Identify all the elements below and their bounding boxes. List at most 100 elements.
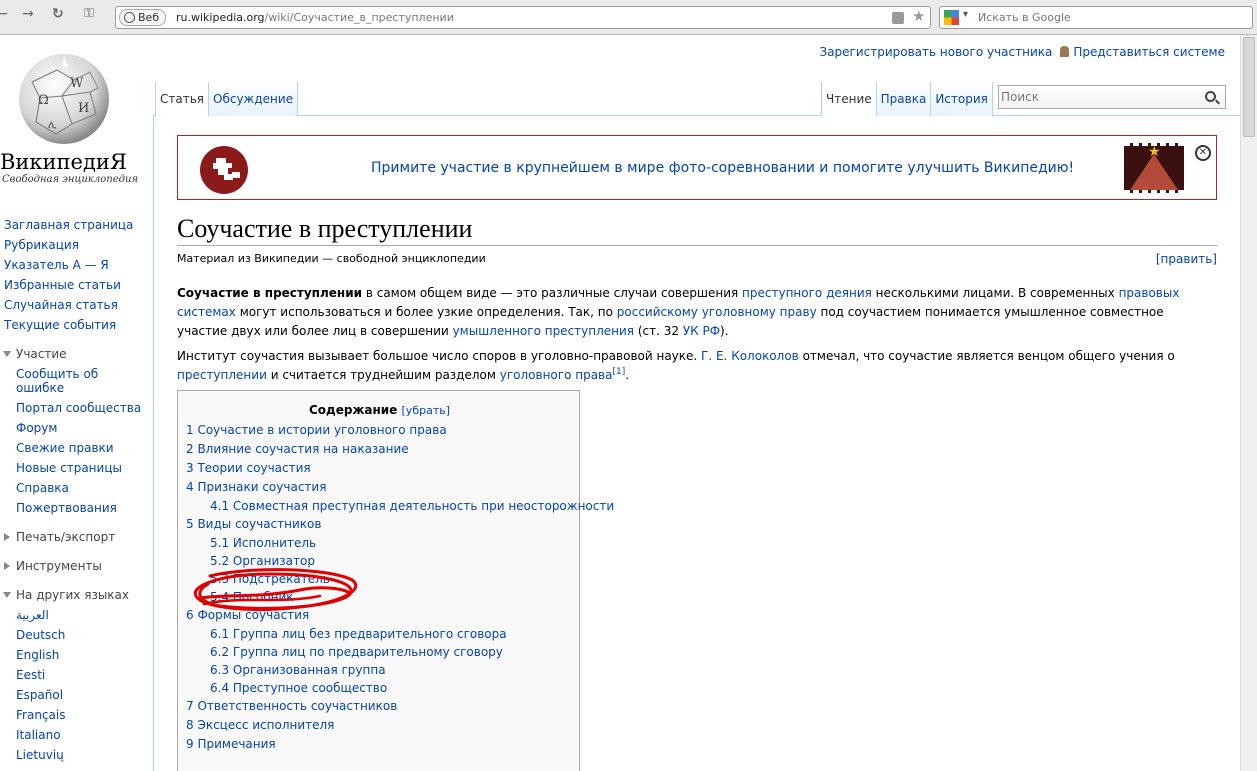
back-arrow-icon[interactable]: ← bbox=[0, 6, 8, 22]
print-export-heading[interactable]: Печать/экспорт bbox=[0, 528, 152, 548]
wikipedia-globe-logo[interactable]: W Ω И ሊ bbox=[12, 52, 116, 146]
scrollbar[interactable] bbox=[1240, 35, 1257, 771]
toc-item[interactable]: 8 Эксцесс исполнителя bbox=[186, 717, 614, 736]
toc-item[interactable]: 6.4 Преступное сообщество bbox=[186, 680, 614, 698]
nav-categories[interactable]: Рубрикация bbox=[0, 236, 152, 256]
tab-edit[interactable]: Правка bbox=[876, 82, 932, 116]
lang-link[interactable]: English bbox=[0, 646, 152, 666]
rss-icon[interactable] bbox=[892, 12, 904, 24]
intro-paragraph: Соучастие в преступлении в самом общем в… bbox=[177, 286, 1180, 338]
participation-heading[interactable]: Участие bbox=[0, 345, 152, 365]
toc-item[interactable]: 6.3 Организованная группа bbox=[186, 662, 614, 680]
lang-link[interactable]: Lietuvių bbox=[0, 746, 152, 766]
article-link[interactable]: Г. Е. Колоколов bbox=[701, 349, 799, 363]
toc-item[interactable]: 2 Влияние соучастия на наказание bbox=[186, 441, 614, 460]
user-icon bbox=[1060, 46, 1070, 57]
scrollbar-thumb[interactable] bbox=[1243, 37, 1255, 137]
nav-community-portal[interactable]: Портал сообщества bbox=[0, 399, 152, 419]
search-icon[interactable] bbox=[1205, 91, 1216, 102]
lang-link[interactable]: Italiano bbox=[0, 726, 152, 746]
triangle-right-icon bbox=[4, 562, 10, 570]
article-link[interactable]: преступного деяния bbox=[742, 286, 872, 300]
article-link[interactable]: уголовного права bbox=[500, 368, 613, 382]
languages-heading[interactable]: На других языках bbox=[0, 586, 152, 606]
edit-section-link[interactable]: [править] bbox=[1156, 252, 1217, 266]
toc-item[interactable]: 6.2 Группа лиц по предварительному сгово… bbox=[186, 644, 614, 662]
triangle-down-icon bbox=[3, 351, 11, 357]
nav-current-events[interactable]: Текущие события bbox=[0, 316, 152, 336]
wiki-search-box bbox=[998, 85, 1226, 109]
nav-forum[interactable]: Форум bbox=[0, 419, 152, 439]
svg-text:W: W bbox=[70, 76, 84, 91]
second-paragraph: Институт соучастия вызывает большое числ… bbox=[177, 349, 1175, 382]
namespace-tabs: Статья Обсуждение bbox=[155, 82, 299, 116]
article-link[interactable]: умышленного преступления bbox=[453, 324, 634, 338]
nav-index[interactable]: Указатель А — Я bbox=[0, 256, 152, 276]
wiki-loves-monuments-logo bbox=[200, 146, 248, 194]
article-link[interactable]: преступлении bbox=[177, 368, 267, 382]
browser-search-placeholder: Искать в Google bbox=[978, 11, 1071, 24]
toc-item[interactable]: 9 Примечания bbox=[186, 736, 614, 755]
svg-text:Ω: Ω bbox=[38, 93, 49, 108]
svg-text:И: И bbox=[78, 101, 89, 116]
toc-item[interactable]: 7 Ответственность соучастников bbox=[186, 698, 614, 717]
nav-main-page[interactable]: Заглавная страница bbox=[0, 216, 152, 236]
toc-item[interactable]: 1 Соучастие в истории уголовного права bbox=[186, 422, 614, 441]
toc-hide-link[interactable]: [убрать] bbox=[402, 404, 451, 417]
tab-discussion[interactable]: Обсуждение bbox=[209, 82, 299, 116]
nav-donate[interactable]: Пожертвования bbox=[0, 499, 152, 519]
toc-item[interactable]: 6.1 Группа лиц без предварительного сгов… bbox=[186, 626, 614, 644]
tab-read[interactable]: Чтение bbox=[821, 82, 877, 116]
chevron-down-icon[interactable]: ▾ bbox=[963, 9, 968, 20]
monument-photo: ★ bbox=[1124, 143, 1184, 193]
toc-item[interactable]: 4.1 Совместная преступная деятельность п… bbox=[186, 498, 614, 516]
triangle-right-icon bbox=[4, 533, 10, 541]
nav-featured[interactable]: Избранные статьи bbox=[0, 276, 152, 296]
tagline: Свободная энциклопедия bbox=[2, 174, 139, 185]
lang-link[interactable]: العربية bbox=[0, 606, 152, 626]
sidebar: Заглавная страница Рубрикация Указатель … bbox=[0, 216, 152, 766]
article-link[interactable]: российскому уголовному праву bbox=[617, 305, 817, 319]
nav-recent-changes[interactable]: Свежие правки bbox=[0, 439, 152, 459]
star-icon: ★ bbox=[1148, 144, 1161, 160]
tab-history[interactable]: История bbox=[931, 82, 993, 116]
forward-arrow-icon[interactable]: → bbox=[22, 6, 34, 22]
key-icon[interactable]: ⚿ bbox=[84, 6, 94, 21]
article-link[interactable]: УК РФ bbox=[683, 324, 720, 338]
url-text[interactable]: ru.wikipedia.org/wiki/Соучастие_в_престу… bbox=[176, 11, 454, 24]
browser-search-box[interactable]: ▾ Искать в Google bbox=[939, 6, 1253, 29]
site-subtitle: Материал из Википедии — свободной энцикл… bbox=[177, 252, 486, 265]
nav-help[interactable]: Справка bbox=[0, 479, 152, 499]
banner-link[interactable]: Примите участие в крупнейшем в мире фото… bbox=[371, 160, 1074, 176]
close-icon[interactable]: ✕ bbox=[1195, 145, 1211, 161]
bookmark-star-icon[interactable]: ★ bbox=[912, 7, 925, 25]
google-icon[interactable] bbox=[944, 10, 959, 25]
wordmark: ВикипедиЯ bbox=[0, 150, 127, 174]
wiki-search-input[interactable] bbox=[1001, 88, 1191, 106]
browser-toolbar: ← → ↻ ⚿ Веб ru.wikipedia.org/wiki/Соучас… bbox=[0, 0, 1257, 35]
nav-new-pages[interactable]: Новые страницы bbox=[0, 459, 152, 479]
site-notice-banner: Примите участие в крупнейшем в мире фото… bbox=[177, 135, 1217, 200]
nav-random[interactable]: Случайная статья bbox=[0, 296, 152, 316]
lang-link[interactable]: Français bbox=[0, 706, 152, 726]
page-title: Соучастие в преступлении bbox=[177, 214, 473, 243]
personal-links: Зарегистрировать нового участника Предста… bbox=[820, 45, 1226, 59]
globe-icon bbox=[124, 12, 135, 23]
login-link[interactable]: Представиться системе bbox=[1073, 45, 1225, 59]
register-link[interactable]: Зарегистрировать нового участника bbox=[820, 45, 1053, 59]
red-scribble-annotation bbox=[193, 568, 358, 611]
toc-item[interactable]: 5 Виды соучастников bbox=[186, 516, 614, 535]
lang-link[interactable]: Eesti bbox=[0, 666, 152, 686]
lang-link[interactable]: Deutsch bbox=[0, 626, 152, 646]
nav-report-error[interactable]: Сообщить об ошибке bbox=[0, 365, 110, 399]
toc-item[interactable]: 3 Теории соучастия bbox=[186, 460, 614, 479]
toc-item[interactable]: 4 Признаки соучастия bbox=[186, 479, 614, 498]
lang-link[interactable]: Español bbox=[0, 686, 152, 706]
web-chip[interactable]: Веб bbox=[119, 9, 166, 26]
address-bar[interactable]: Веб ru.wikipedia.org/wiki/Соучастие_в_пр… bbox=[115, 6, 931, 29]
tab-article[interactable]: Статья bbox=[155, 82, 210, 116]
reference-link[interactable]: [1] bbox=[612, 367, 625, 377]
tools-heading[interactable]: Инструменты bbox=[0, 557, 152, 577]
toc-item[interactable]: 5.1 Исполнитель bbox=[186, 535, 614, 553]
reload-icon[interactable]: ↻ bbox=[52, 6, 64, 22]
